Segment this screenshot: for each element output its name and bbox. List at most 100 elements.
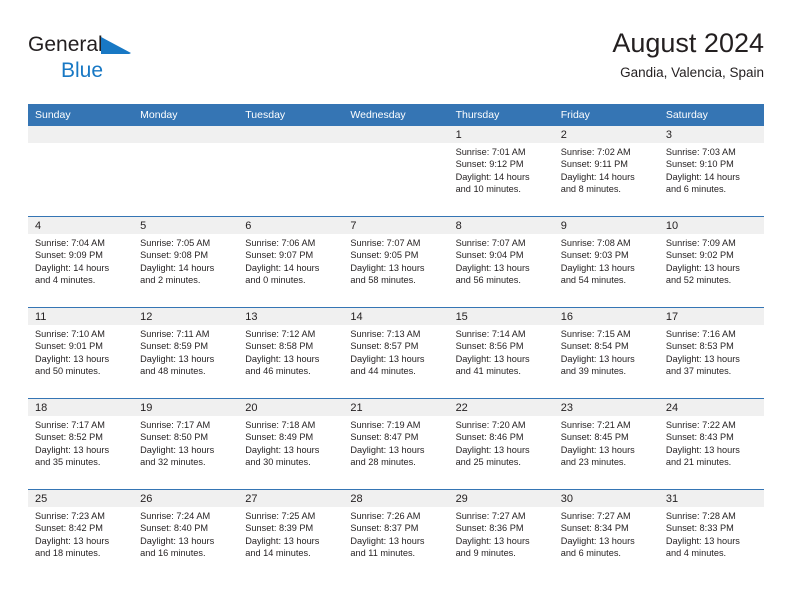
day-cell[interactable]: 22 Sunrise: 7:20 AM Sunset: 8:46 PM Dayligh… <box>448 399 554 489</box>
calendar-day-cell[interactable]: 22 Sunrise: 7:20 AM Sunset: 8:46 PM Dayligh… <box>448 398 554 490</box>
day-cell[interactable]: 15 Sunrise: 7:14 AM Sunset: 8:56 PM Dayligh… <box>448 308 554 398</box>
calendar-day-cell[interactable]: 23 Sunrise: 7:21 AM Sunset: 8:45 PM Dayligh… <box>553 398 659 490</box>
day-number: 20 <box>238 399 344 416</box>
calendar-day-cell[interactable]: 1 Sunrise: 7:01 AM Sunset: 9:12 PM Daylight… <box>448 126 554 217</box>
day-cell[interactable]: 29 Sunrise: 7:27 AM Sunset: 8:36 PM Dayligh… <box>448 490 554 580</box>
calendar-day-cell[interactable]: 12 Sunrise: 7:11 AM Sunset: 8:59 PM Dayligh… <box>133 307 239 399</box>
day-cell[interactable]: 18 Sunrise: 7:17 AM Sunset: 8:52 PM Dayligh… <box>28 399 134 489</box>
calendar-day-cell[interactable]: 4 Sunrise: 7:04 AM Sunset: 9:09 PM Daylight… <box>28 216 134 308</box>
daylight-text-line2: and 10 minutes. <box>455 184 521 195</box>
calendar-day-cell[interactable] <box>133 126 239 217</box>
day-number: 21 <box>343 399 449 416</box>
calendar-day-cell[interactable]: 8 Sunrise: 7:07 AM Sunset: 9:04 PM Daylight… <box>448 216 554 308</box>
day-cell[interactable]: 20 Sunrise: 7:18 AM Sunset: 8:49 PM Dayligh… <box>238 399 344 489</box>
calendar-day-cell[interactable]: 10 Sunrise: 7:09 AM Sunset: 9:02 PM Dayligh… <box>658 216 764 308</box>
daylight-text-line1: Daylight: 13 hours <box>35 353 110 364</box>
empty-day-cell <box>28 126 134 216</box>
calendar-day-cell[interactable]: 7 Sunrise: 7:07 AM Sunset: 9:05 PM Daylight… <box>343 216 449 308</box>
calendar-day-cell[interactable]: 20 Sunrise: 7:18 AM Sunset: 8:49 PM Dayligh… <box>238 398 344 490</box>
day-details: Sunrise: 7:20 AM Sunset: 8:46 PM Daylight:… <box>449 416 554 469</box>
day-cell[interactable]: 9 Sunrise: 7:08 AM Sunset: 9:03 PM Daylight… <box>553 217 659 307</box>
day-cell[interactable]: 3 Sunrise: 7:03 AM Sunset: 9:10 PM Daylight… <box>658 126 764 216</box>
day-cell[interactable]: 13 Sunrise: 7:12 AM Sunset: 8:58 PM Dayligh… <box>238 308 344 398</box>
day-cell[interactable]: 4 Sunrise: 7:04 AM Sunset: 9:09 PM Daylight… <box>28 217 134 307</box>
day-cell[interactable]: 10 Sunrise: 7:09 AM Sunset: 9:02 PM Dayligh… <box>658 217 764 307</box>
day-cell[interactable]: 5 Sunrise: 7:05 AM Sunset: 9:08 PM Daylight… <box>133 217 239 307</box>
day-cell[interactable]: 1 Sunrise: 7:01 AM Sunset: 9:12 PM Daylight… <box>448 126 554 216</box>
day-details: Sunrise: 7:24 AM Sunset: 8:40 PM Daylight:… <box>133 507 238 560</box>
day-cell[interactable]: 14 Sunrise: 7:13 AM Sunset: 8:57 PM Dayligh… <box>343 308 449 398</box>
sunrise-text: Sunrise: 7:15 AM <box>560 329 631 339</box>
day-cell[interactable]: 23 Sunrise: 7:21 AM Sunset: 8:45 PM Dayligh… <box>553 399 659 489</box>
day-cell[interactable]: 27 Sunrise: 7:25 AM Sunset: 8:39 PM Dayligh… <box>238 490 344 580</box>
day-cell[interactable]: 30 Sunrise: 7:27 AM Sunset: 8:34 PM Dayligh… <box>553 490 659 580</box>
day-cell[interactable]: 21 Sunrise: 7:19 AM Sunset: 8:47 PM Dayligh… <box>343 399 449 489</box>
day-cell[interactable]: 8 Sunrise: 7:07 AM Sunset: 9:04 PM Daylight… <box>448 217 554 307</box>
daylight-text-line2: and 41 minutes. <box>455 366 521 377</box>
day-cell[interactable]: 12 Sunrise: 7:11 AM Sunset: 8:59 PM Dayligh… <box>133 308 239 398</box>
day-cell[interactable]: 24 Sunrise: 7:22 AM Sunset: 8:43 PM Dayligh… <box>658 399 764 489</box>
day-details: Sunrise: 7:04 AM Sunset: 9:09 PM Daylight:… <box>28 234 133 287</box>
calendar-day-cell[interactable] <box>238 126 344 217</box>
day-cell[interactable]: 25 Sunrise: 7:23 AM Sunset: 8:42 PM Dayligh… <box>28 490 134 580</box>
calendar-day-cell[interactable]: 17 Sunrise: 7:16 AM Sunset: 8:53 PM Dayligh… <box>658 307 764 399</box>
calendar-day-cell[interactable]: 5 Sunrise: 7:05 AM Sunset: 9:08 PM Daylight… <box>133 216 239 308</box>
calendar-day-cell[interactable]: 9 Sunrise: 7:08 AM Sunset: 9:03 PM Daylight… <box>553 216 659 308</box>
daylight-text-line2: and 11 minutes. <box>350 548 416 559</box>
calendar-day-cell[interactable]: 18 Sunrise: 7:17 AM Sunset: 8:52 PM Dayligh… <box>28 398 134 490</box>
day-number: 18 <box>28 399 134 416</box>
sunset-text: Sunset: 8:59 PM <box>140 341 209 352</box>
day-cell[interactable]: 17 Sunrise: 7:16 AM Sunset: 8:53 PM Dayligh… <box>658 308 764 398</box>
calendar-day-cell[interactable]: 31 Sunrise: 7:28 AM Sunset: 8:33 PM Dayligh… <box>658 489 764 580</box>
sunset-text: Sunset: 9:08 PM <box>140 250 209 261</box>
calendar-day-cell[interactable]: 13 Sunrise: 7:12 AM Sunset: 8:58 PM Dayligh… <box>238 307 344 399</box>
day-cell[interactable]: 11 Sunrise: 7:10 AM Sunset: 9:01 PM Dayligh… <box>28 308 134 398</box>
day-cell[interactable]: 2 Sunrise: 7:02 AM Sunset: 9:11 PM Daylight… <box>553 126 659 216</box>
day-cell[interactable]: 16 Sunrise: 7:15 AM Sunset: 8:54 PM Dayligh… <box>553 308 659 398</box>
daylight-text-line1: Daylight: 13 hours <box>560 535 635 546</box>
calendar-day-cell[interactable] <box>343 126 449 217</box>
calendar-day-cell[interactable]: 21 Sunrise: 7:19 AM Sunset: 8:47 PM Dayligh… <box>343 398 449 490</box>
calendar-day-cell[interactable]: 29 Sunrise: 7:27 AM Sunset: 8:36 PM Dayligh… <box>448 489 554 580</box>
calendar-day-cell[interactable]: 25 Sunrise: 7:23 AM Sunset: 8:42 PM Dayligh… <box>28 489 134 580</box>
day-cell[interactable]: 19 Sunrise: 7:17 AM Sunset: 8:50 PM Dayligh… <box>133 399 239 489</box>
day-cell[interactable]: 26 Sunrise: 7:24 AM Sunset: 8:40 PM Dayligh… <box>133 490 239 580</box>
day-details: Sunrise: 7:23 AM Sunset: 8:42 PM Daylight:… <box>28 507 133 560</box>
daylight-text-line1: Daylight: 13 hours <box>455 535 530 546</box>
daylight-text-line2: and 16 minutes. <box>140 548 206 559</box>
calendar-day-cell[interactable]: 14 Sunrise: 7:13 AM Sunset: 8:57 PM Dayligh… <box>343 307 449 399</box>
daylight-text-line2: and 37 minutes. <box>665 366 732 377</box>
calendar-day-cell[interactable]: 28 Sunrise: 7:26 AM Sunset: 8:37 PM Dayligh… <box>343 489 449 580</box>
day-number: 16 <box>553 308 659 325</box>
calendar-day-cell[interactable]: 3 Sunrise: 7:03 AM Sunset: 9:10 PM Daylight… <box>658 126 764 217</box>
calendar-day-cell[interactable]: 11 Sunrise: 7:10 AM Sunset: 9:01 PM Dayligh… <box>28 307 134 399</box>
calendar-day-cell[interactable] <box>28 126 134 217</box>
calendar-day-cell[interactable]: 16 Sunrise: 7:15 AM Sunset: 8:54 PM Dayligh… <box>553 307 659 399</box>
general-blue-logo[interactable]: General Blue <box>28 28 158 84</box>
calendar-day-cell[interactable]: 26 Sunrise: 7:24 AM Sunset: 8:40 PM Dayligh… <box>133 489 239 580</box>
sunset-text: Sunset: 9:05 PM <box>350 250 419 261</box>
day-cell[interactable]: 31 Sunrise: 7:28 AM Sunset: 8:33 PM Dayligh… <box>658 490 764 580</box>
day-cell[interactable]: 7 Sunrise: 7:07 AM Sunset: 9:05 PM Daylight… <box>343 217 449 307</box>
day-details: Sunrise: 7:02 AM Sunset: 9:11 PM Daylight:… <box>554 143 659 196</box>
calendar-day-cell[interactable]: 30 Sunrise: 7:27 AM Sunset: 8:34 PM Dayligh… <box>553 489 659 580</box>
calendar-day-cell[interactable]: 27 Sunrise: 7:25 AM Sunset: 8:39 PM Dayligh… <box>238 489 344 580</box>
weekday-header-tuesday: Tuesday <box>238 104 344 126</box>
calendar-day-cell[interactable]: 15 Sunrise: 7:14 AM Sunset: 8:56 PM Dayligh… <box>448 307 554 399</box>
daylight-text-line2: and 18 minutes. <box>35 548 101 559</box>
calendar-day-cell[interactable]: 19 Sunrise: 7:17 AM Sunset: 8:50 PM Dayligh… <box>133 398 239 490</box>
sunrise-text: Sunrise: 7:14 AM <box>455 329 526 339</box>
sunset-text: Sunset: 8:52 PM <box>35 432 103 443</box>
weekday-header-saturday: Saturday <box>658 104 764 126</box>
calendar-day-cell[interactable]: 24 Sunrise: 7:22 AM Sunset: 8:43 PM Dayligh… <box>658 398 764 490</box>
daylight-text-line2: and 30 minutes. <box>245 457 311 468</box>
day-cell[interactable]: 28 Sunrise: 7:26 AM Sunset: 8:37 PM Dayligh… <box>343 490 449 580</box>
sunrise-text: Sunrise: 7:21 AM <box>560 420 631 430</box>
calendar-week-row: 18 Sunrise: 7:17 AM Sunset: 8:52 PM Dayligh… <box>28 398 764 490</box>
calendar-day-cell[interactable]: 6 Sunrise: 7:06 AM Sunset: 9:07 PM Daylight… <box>238 216 344 308</box>
calendar-header-row: Sunday Monday Tuesday Wednesday Thursday… <box>28 104 764 126</box>
calendar-day-cell[interactable]: 2 Sunrise: 7:02 AM Sunset: 9:11 PM Daylight… <box>553 126 659 217</box>
day-cell[interactable]: 6 Sunrise: 7:06 AM Sunset: 9:07 PM Daylight… <box>238 217 344 307</box>
day-details: Sunrise: 7:08 AM Sunset: 9:03 PM Daylight:… <box>554 234 659 287</box>
day-number: 17 <box>658 308 764 325</box>
